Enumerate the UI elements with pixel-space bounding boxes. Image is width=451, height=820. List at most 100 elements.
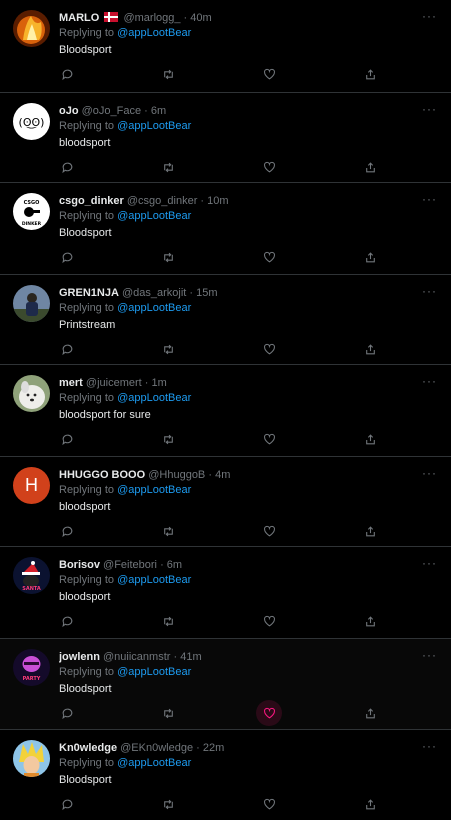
more-icon[interactable]: ··· — [422, 739, 437, 753]
tweet[interactable]: (ʘ͜ʘ) oJo @oJo_Face · 6m ··· Replying to… — [0, 93, 451, 183]
display-name[interactable]: mert — [59, 377, 83, 389]
reply-icon[interactable] — [59, 613, 75, 629]
display-name[interactable]: Kn0wledge — [59, 742, 117, 754]
display-name[interactable]: MARLO — [59, 12, 99, 24]
timestamp[interactable]: 41m — [180, 651, 201, 663]
user-handle[interactable]: @oJo_Face — [82, 105, 141, 117]
timestamp[interactable]: 1m — [152, 377, 167, 389]
mention-link[interactable]: @appLootBear — [117, 574, 191, 586]
more-icon[interactable]: ··· — [422, 102, 437, 116]
like-icon[interactable] — [261, 249, 277, 265]
tweet[interactable]: H HHUGGO BOOO @HhuggoB · 4m ··· Replying… — [0, 457, 451, 547]
avatar[interactable]: CSGO DINKER — [13, 193, 50, 230]
reply-icon[interactable] — [59, 523, 75, 539]
timestamp[interactable]: 6m — [151, 105, 166, 117]
avatar[interactable]: H — [13, 467, 50, 504]
display-name[interactable]: oJo — [59, 105, 79, 117]
like-icon[interactable] — [256, 700, 282, 726]
more-icon[interactable]: ··· — [422, 648, 437, 662]
reply-icon[interactable] — [59, 249, 75, 265]
tweet[interactable]: GREN1NJA @das_arkojit · 15m ··· Replying… — [0, 275, 451, 365]
avatar[interactable]: SANTA — [13, 557, 50, 594]
mention-link[interactable]: @appLootBear — [117, 120, 191, 132]
tweet[interactable]: mert @juicemert · 1m ··· Replying to @ap… — [0, 365, 451, 457]
share-icon[interactable] — [362, 431, 378, 447]
like-icon[interactable] — [261, 159, 277, 175]
timestamp[interactable]: 10m — [207, 195, 228, 207]
user-handle[interactable]: @HhuggoB — [148, 469, 205, 481]
timestamp[interactable]: 40m — [190, 12, 211, 24]
reply-icon[interactable] — [59, 796, 75, 812]
share-icon[interactable] — [362, 341, 378, 357]
share-icon[interactable] — [362, 249, 378, 265]
tweet[interactable]: Kn0wledge @EKn0wledge · 22m ··· Replying… — [0, 730, 451, 820]
mention-link[interactable]: @appLootBear — [117, 210, 191, 222]
reply-icon[interactable] — [59, 431, 75, 447]
tweet[interactable]: SANTA Borisov @Feitebori · 6m ··· Replyi… — [0, 547, 451, 639]
share-icon[interactable] — [362, 66, 378, 82]
more-icon[interactable]: ··· — [422, 556, 437, 570]
reply-icon[interactable] — [59, 705, 75, 721]
like-icon[interactable] — [261, 796, 277, 812]
retweet-icon[interactable] — [160, 159, 176, 175]
retweet-icon[interactable] — [160, 431, 176, 447]
reply-icon[interactable] — [59, 341, 75, 357]
like-icon[interactable] — [261, 523, 277, 539]
display-name[interactable]: HHUGGO BOOO — [59, 469, 145, 481]
retweet-icon[interactable] — [160, 796, 176, 812]
mention-link[interactable]: @appLootBear — [117, 484, 191, 496]
avatar[interactable] — [13, 10, 50, 47]
timestamp[interactable]: 6m — [167, 559, 182, 571]
share-icon[interactable] — [362, 159, 378, 175]
user-handle[interactable]: @marlogg_ — [123, 12, 180, 24]
retweet-icon[interactable] — [160, 341, 176, 357]
user-handle[interactable]: @juicemert — [86, 377, 142, 389]
user-handle[interactable]: @das_arkojit — [122, 287, 186, 299]
share-icon[interactable] — [362, 705, 378, 721]
replying-to: Replying to @appLootBear — [59, 302, 191, 314]
timestamp[interactable]: 22m — [203, 742, 224, 754]
avatar[interactable] — [13, 740, 50, 777]
more-icon[interactable]: ··· — [422, 9, 437, 23]
more-icon[interactable]: ··· — [422, 284, 437, 298]
tweet[interactable]: MARLO @marlogg_ · 40m ··· Replying to @a… — [0, 0, 451, 93]
avatar[interactable] — [13, 375, 50, 412]
user-handle[interactable]: @EKn0wledge — [120, 742, 193, 754]
retweet-icon[interactable] — [160, 66, 176, 82]
mention-link[interactable]: @appLootBear — [117, 392, 191, 404]
avatar[interactable]: (ʘ͜ʘ) — [13, 103, 50, 140]
mention-link[interactable]: @appLootBear — [117, 302, 191, 314]
user-handle[interactable]: @Feitebori — [103, 559, 157, 571]
share-icon[interactable] — [362, 613, 378, 629]
mention-link[interactable]: @appLootBear — [117, 757, 191, 769]
like-icon[interactable] — [261, 341, 277, 357]
avatar[interactable]: PARTY — [13, 649, 50, 686]
reply-icon[interactable] — [59, 66, 75, 82]
timestamp[interactable]: 4m — [215, 469, 230, 481]
mention-link[interactable]: @appLootBear — [117, 666, 191, 678]
tweet[interactable]: CSGO DINKER csgo_dinker @csgo_dinker · 1… — [0, 183, 451, 275]
share-icon[interactable] — [362, 796, 378, 812]
display-name[interactable]: Borisov — [59, 559, 100, 571]
display-name[interactable]: jowlenn — [59, 651, 100, 663]
tweet[interactable]: PARTY jowlenn @nuiicanmstr · 41m ··· Rep… — [0, 639, 451, 730]
user-handle[interactable]: @nuiicanmstr — [103, 651, 170, 663]
avatar[interactable] — [13, 285, 50, 322]
reply-icon[interactable] — [59, 159, 75, 175]
timestamp[interactable]: 15m — [196, 287, 217, 299]
user-handle[interactable]: @csgo_dinker — [127, 195, 197, 207]
retweet-icon[interactable] — [160, 249, 176, 265]
retweet-icon[interactable] — [160, 523, 176, 539]
display-name[interactable]: GREN1NJA — [59, 287, 119, 299]
retweet-icon[interactable] — [160, 705, 176, 721]
retweet-icon[interactable] — [160, 613, 176, 629]
like-icon[interactable] — [261, 613, 277, 629]
share-icon[interactable] — [362, 523, 378, 539]
more-icon[interactable]: ··· — [422, 466, 437, 480]
mention-link[interactable]: @appLootBear — [117, 27, 191, 39]
more-icon[interactable]: ··· — [422, 192, 437, 206]
display-name[interactable]: csgo_dinker — [59, 195, 124, 207]
like-icon[interactable] — [261, 431, 277, 447]
like-icon[interactable] — [261, 66, 277, 82]
more-icon[interactable]: ··· — [422, 374, 437, 388]
